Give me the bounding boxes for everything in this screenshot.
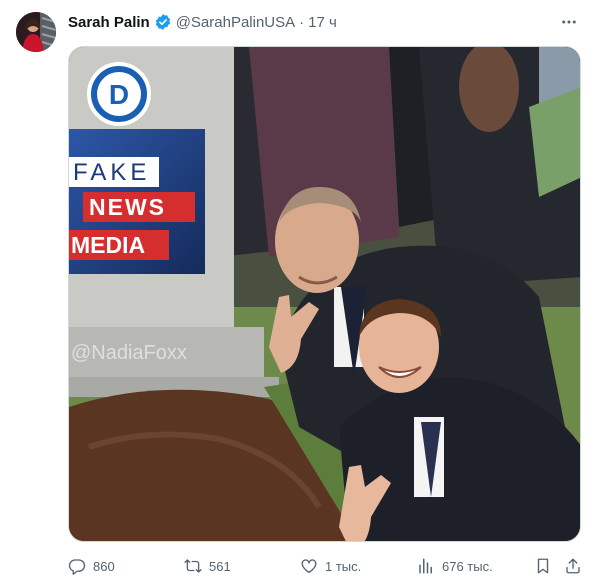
sign-fake-text: FAKE [73,159,150,186]
media-watermark: @NadiaFoxx [71,342,187,364]
share-button[interactable] [564,557,582,575]
views-icon [419,558,432,574]
header-separator: · [299,13,305,31]
repost-count: 561 [209,558,231,574]
avatar[interactable] [16,12,56,52]
verified-badge-icon[interactable] [154,13,172,31]
bookmark-button[interactable] [534,557,552,575]
tweet-actions-bar: 860 561 1 тыс. 676 тыс. [68,554,582,578]
repost-button[interactable]: 561 [184,557,231,575]
author-name[interactable]: Sarah Palin [68,14,150,31]
tweet-header: Sarah Palin @SarahPalinUSA · 17 ч [68,12,337,32]
reply-count: 860 [93,558,115,574]
tweet-media-image[interactable]: D FAKE NEWS MEDIA @NadiaFoxx [68,46,581,542]
reply-button[interactable]: 860 [68,557,115,575]
like-count: 1 тыс. [325,558,362,574]
heart-icon [301,559,317,574]
bookmark-icon [537,558,549,574]
like-button[interactable]: 1 тыс. [300,557,361,575]
reply-icon [68,559,86,575]
avatar-image [16,12,56,52]
share-icon [566,558,580,574]
author-handle[interactable]: @SarahPalinUSA [176,14,295,31]
tweet-timestamp[interactable]: 17 ч [308,14,337,31]
views-button[interactable]: 676 тыс. [417,557,493,575]
sign-news-text: NEWS [89,194,166,220]
repost-icon [184,559,202,573]
views-count: 676 тыс. [442,558,493,574]
logo-letter: D [109,79,129,110]
sign-media-text: MEDIA [71,232,145,258]
more-icon[interactable] [558,12,580,32]
